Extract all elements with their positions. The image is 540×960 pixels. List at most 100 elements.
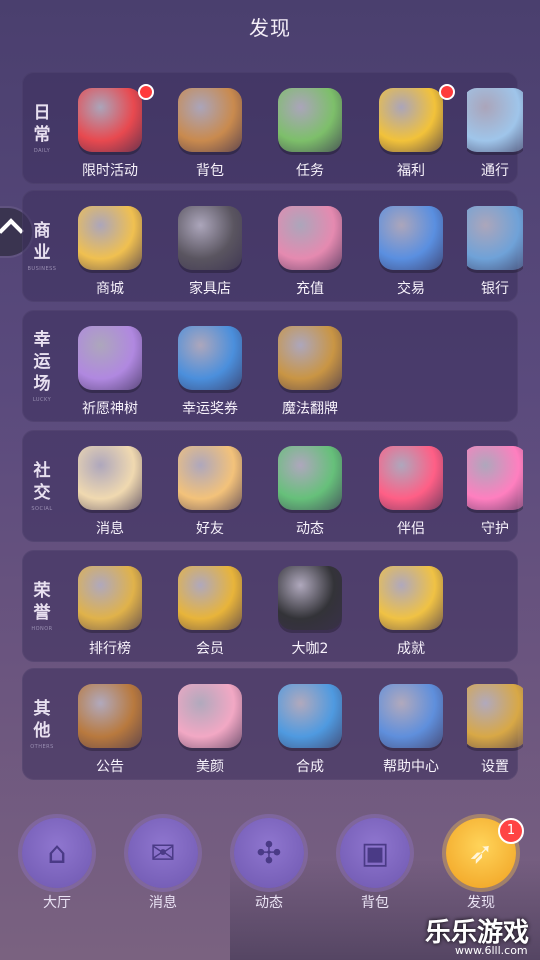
category-label-char: 誉 — [33, 603, 51, 623]
feature-item[interactable]: 充值 — [266, 190, 354, 302]
feature-label: 大咖2 — [291, 641, 329, 657]
feature-item[interactable]: 家具店 — [166, 190, 254, 302]
feature-label: 成就 — [397, 641, 425, 657]
category-sub-label: DAILY — [33, 148, 51, 154]
category-label-char: 幸 — [33, 330, 51, 350]
hearts-icon — [379, 446, 443, 510]
feature-label: 任务 — [296, 163, 324, 179]
feature-item[interactable]: 美颜 — [166, 668, 254, 780]
top-hat-icon — [278, 566, 342, 630]
help-book-icon — [379, 684, 443, 748]
category-sub-label: LUCKY — [32, 397, 52, 403]
page-title: 发现 — [249, 16, 291, 40]
feature-item[interactable]: 会员 — [166, 550, 254, 662]
nav-badge: 1 — [498, 818, 524, 844]
feature-label: 守护 — [481, 521, 509, 537]
winged-star-icon — [467, 446, 523, 510]
feature-label: 消息 — [96, 521, 124, 537]
nav-label: 背包 — [361, 895, 389, 911]
compass-icon: ➶ — [468, 835, 494, 871]
feature-item[interactable]: 排行榜 — [66, 550, 154, 662]
feature-label: 排行榜 — [89, 641, 131, 657]
clipboard-icon — [278, 88, 342, 152]
feature-item[interactable]: 守护 — [467, 430, 523, 542]
backpack-icon — [178, 88, 242, 152]
category-sub-label: HONOR — [31, 626, 53, 632]
feature-item[interactable]: 动态 — [266, 430, 354, 542]
feature-label: 合成 — [296, 759, 324, 775]
letter-icon — [78, 446, 142, 510]
nav-fan-button[interactable]: ✣ — [234, 818, 304, 888]
palette-icon — [178, 684, 242, 748]
feature-item[interactable]: 幸运奖券 — [166, 310, 254, 422]
category-label-char: 其 — [33, 699, 51, 719]
fan-icon: ✣ — [256, 835, 282, 871]
notification-dot — [439, 84, 455, 100]
feature-label: 福利 — [397, 163, 425, 179]
feature-item[interactable]: 合成 — [266, 668, 354, 780]
feature-item[interactable]: 福利 — [367, 72, 455, 184]
feature-item[interactable]: 公告 — [66, 668, 154, 780]
category-label-char: 日 — [33, 103, 51, 123]
feature-item[interactable]: 成就 — [367, 550, 455, 662]
category-label-char: 场 — [33, 374, 51, 394]
category-label: 社交 SOCIAL — [26, 430, 58, 542]
feature-label: 商城 — [96, 281, 124, 297]
feature-item[interactable]: 伴侣 — [367, 430, 455, 542]
feature-item[interactable]: 设置 — [467, 668, 523, 780]
feature-label: 魔法翻牌 — [282, 401, 338, 417]
feature-item[interactable]: 背包 — [166, 72, 254, 184]
category-label-char: 他 — [33, 721, 51, 741]
feature-label: 通行 — [481, 163, 509, 179]
feature-label: 背包 — [196, 163, 224, 179]
feature-item[interactable]: 祈愿神树 — [66, 310, 154, 422]
bank-safe-icon — [467, 206, 523, 270]
nav-label: 大厅 — [43, 895, 71, 911]
lottery-tickets-icon — [178, 326, 242, 390]
feature-label: 银行 — [481, 281, 509, 297]
nav-bag-button[interactable]: ▣ — [340, 818, 410, 888]
feature-label: 伴侣 — [397, 521, 425, 537]
nav-house-button[interactable]: ⌂ — [22, 818, 92, 888]
feature-item[interactable]: 银行 — [467, 190, 523, 302]
feature-label: 设置 — [481, 759, 509, 775]
feature-label: 公告 — [96, 759, 124, 775]
nav-label: 消息 — [149, 895, 177, 911]
recharge-wallet-icon — [278, 206, 342, 270]
feature-item[interactable]: 限时活动 — [66, 72, 154, 184]
feature-item[interactable]: 帮助中心 — [367, 668, 455, 780]
category-label: 日常 DAILY — [26, 72, 58, 184]
feature-label: 美颜 — [196, 759, 224, 775]
gift-box-icon — [379, 88, 443, 152]
feature-label: 幸运奖券 — [182, 401, 238, 417]
feature-label: 会员 — [196, 641, 224, 657]
sofa-bear-icon — [178, 206, 242, 270]
feature-item[interactable]: 大咖2 — [266, 550, 354, 662]
category-label-char: 常 — [33, 125, 51, 145]
feature-item[interactable]: 好友 — [166, 430, 254, 542]
ticket-pass-icon — [467, 88, 523, 152]
feature-label: 帮助中心 — [383, 759, 439, 775]
feature-item[interactable]: 任务 — [266, 72, 354, 184]
watermark-url: www.6lll.com — [455, 944, 528, 957]
feature-item[interactable]: 交易 — [367, 190, 455, 302]
feature-item[interactable]: 通行 — [467, 72, 523, 184]
feature-item[interactable]: 魔法翻牌 — [266, 310, 354, 422]
feature-label: 动态 — [296, 521, 324, 537]
feature-item[interactable]: 消息 — [66, 430, 154, 542]
category-label-char: 交 — [33, 483, 51, 503]
shop-icon — [78, 206, 142, 270]
feature-label: 限时活动 — [82, 163, 138, 179]
feature-label: 交易 — [397, 281, 425, 297]
wish-tree-icon — [78, 326, 142, 390]
pinwheel-icon — [278, 446, 342, 510]
feature-item[interactable]: 商城 — [66, 190, 154, 302]
activity-sign-icon — [78, 88, 142, 152]
synthesis-hex-icon — [278, 684, 342, 748]
money-wallet-icon — [379, 206, 443, 270]
feature-label: 充值 — [296, 281, 324, 297]
nav-mail-button[interactable]: ✉ — [128, 818, 198, 888]
category-label-char: 荣 — [33, 581, 51, 601]
trophy-icon — [379, 566, 443, 630]
feature-label: 家具店 — [189, 281, 231, 297]
